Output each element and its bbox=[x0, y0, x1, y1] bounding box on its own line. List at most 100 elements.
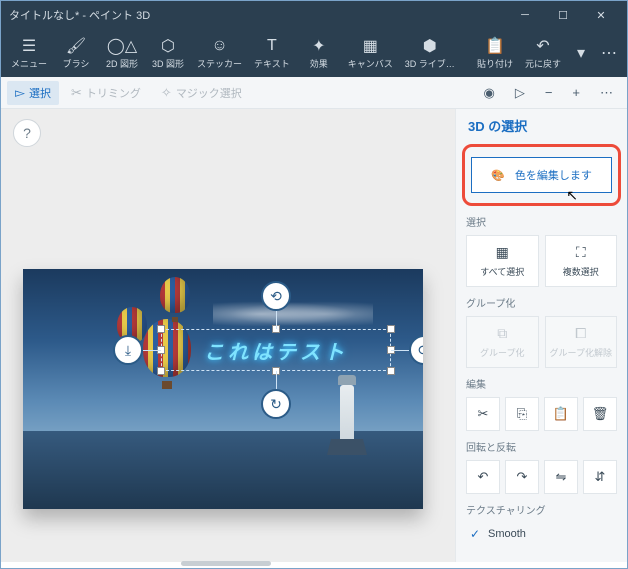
ribbon-text[interactable]: Tテキスト bbox=[248, 31, 296, 75]
shapes-3d-icon: ⬡ bbox=[161, 37, 175, 55]
ungroup-icon: ⧠ bbox=[575, 325, 586, 342]
tool-view-3d[interactable]: ◉ bbox=[475, 81, 502, 105]
plus-icon: + bbox=[572, 85, 580, 100]
lighthouse bbox=[327, 375, 367, 455]
ungroup-button: ⧠グループ化解除 bbox=[545, 316, 618, 368]
resize-handle[interactable] bbox=[387, 367, 395, 375]
rotate-cw-icon: ↷ bbox=[517, 469, 528, 485]
edit-color-highlight: 🎨 色を編集します ↖ bbox=[462, 144, 621, 206]
shapes-2d-icon: ◯△ bbox=[107, 37, 137, 55]
ribbon-paste[interactable]: 📋貼り付け bbox=[471, 31, 519, 75]
pointer-icon: ▻ bbox=[15, 85, 25, 101]
cursor-icon: ↖ bbox=[566, 187, 578, 204]
tool-crop[interactable]: ✂トリミング bbox=[63, 81, 149, 105]
minus-icon: − bbox=[545, 85, 553, 100]
horizontal-scrollbar[interactable] bbox=[181, 561, 271, 566]
tool-play[interactable]: ▷ bbox=[507, 81, 533, 105]
depth-handle[interactable]: ⤓ bbox=[113, 335, 143, 365]
maximize-button[interactable]: ☐ bbox=[545, 1, 581, 29]
palette-icon: 🎨 bbox=[491, 169, 505, 182]
flip-horizontal-button[interactable]: ⇋ bbox=[544, 460, 578, 494]
resize-handle[interactable] bbox=[157, 325, 165, 333]
magic-icon: ✧ bbox=[161, 85, 172, 101]
edit-color-button[interactable]: 🎨 色を編集します bbox=[471, 157, 612, 193]
copy-icon: ⎘ bbox=[517, 406, 527, 422]
rotate-ccw-icon: ↶ bbox=[478, 469, 489, 485]
tool-select[interactable]: ▻選択 bbox=[7, 81, 59, 105]
window-title: タイトルなし* - ペイント 3D bbox=[9, 7, 150, 23]
chevron-down-icon: ▾ bbox=[577, 44, 585, 62]
menu-icon: ☰ bbox=[22, 37, 36, 55]
rotate-y-handle[interactable]: ⟳ bbox=[409, 335, 423, 365]
check-icon: ✓ bbox=[468, 527, 482, 541]
section-edit-label: 編集 bbox=[466, 376, 617, 391]
rotate-ccw-button[interactable]: ↶ bbox=[466, 460, 500, 494]
group-icon: ⧉ bbox=[497, 325, 507, 342]
tool-zoom-in[interactable]: + bbox=[564, 81, 588, 104]
library-icon: ⬢ bbox=[423, 37, 437, 55]
cut-button[interactable]: ✂ bbox=[466, 397, 500, 431]
crop-icon: ✂ bbox=[71, 85, 82, 101]
text-icon: T bbox=[267, 37, 277, 55]
rotate-z-handle[interactable]: ↻ bbox=[261, 389, 291, 419]
multi-select-icon: ⛶ bbox=[576, 244, 586, 261]
sticker-icon: ☺ bbox=[211, 37, 227, 55]
ribbon-canvas[interactable]: ▦キャンバス bbox=[342, 31, 399, 75]
selection-box[interactable]: これはテスト ⟲ ↻ ⤓ ⟳ bbox=[161, 329, 391, 371]
view-3d-icon: ◉ bbox=[483, 85, 494, 101]
more-icon: ⋯ bbox=[601, 44, 617, 62]
trash-icon: 🗑 bbox=[592, 406, 609, 422]
flip-v-icon: ⇵ bbox=[595, 469, 606, 485]
ribbon-menu[interactable]: ☰メニュー bbox=[5, 31, 53, 75]
section-texture-label: テクスチャリング bbox=[466, 502, 617, 517]
canvas-image[interactable]: これはテスト ⟲ ↻ ⤓ ⟳ bbox=[23, 269, 423, 509]
side-panel-title: 3D の選択 bbox=[456, 109, 627, 142]
flip-vertical-button[interactable]: ⇵ bbox=[583, 460, 617, 494]
delete-button[interactable]: 🗑 bbox=[583, 397, 617, 431]
ribbon-3d-shapes[interactable]: ⬡3D 図形 bbox=[145, 31, 191, 75]
balloon bbox=[160, 277, 190, 322]
resize-handle[interactable] bbox=[157, 367, 165, 375]
tool-magic-select[interactable]: ✧マジック選択 bbox=[153, 81, 250, 105]
ribbon-3d-library[interactable]: ⬢3D ライブ… bbox=[399, 31, 461, 75]
ribbon-overflow[interactable]: ⋯ bbox=[595, 31, 623, 75]
canvas-icon: ▦ bbox=[363, 37, 378, 55]
ribbon-undo[interactable]: ↶元に戻す bbox=[519, 31, 567, 75]
paste-icon: 📋 bbox=[485, 37, 505, 55]
ribbon-effects[interactable]: ✦効果 bbox=[296, 31, 342, 75]
select-all-button[interactable]: ▦すべて選択 bbox=[466, 235, 539, 287]
tool-more[interactable]: ⋯ bbox=[592, 81, 621, 105]
multi-select-button[interactable]: ⛶複数選択 bbox=[545, 235, 618, 287]
group-button: ⧉グループ化 bbox=[466, 316, 539, 368]
play-icon: ▷ bbox=[515, 85, 525, 101]
ribbon-2d-shapes[interactable]: ◯△2D 図形 bbox=[99, 31, 145, 75]
copy-button[interactable]: ⎘ bbox=[505, 397, 539, 431]
ellipsis-icon: ⋯ bbox=[600, 85, 613, 101]
ribbon-sticker[interactable]: ☺ステッカー bbox=[191, 31, 248, 75]
secondary-toolbar: ▻選択 ✂トリミング ✧マジック選択 ◉ ▷ − + ⋯ bbox=[1, 77, 627, 109]
titlebar: タイトルなし* - ペイント 3D ─ ☐ ✕ bbox=[1, 1, 627, 29]
tool-zoom-out[interactable]: − bbox=[537, 81, 561, 104]
effects-icon: ✦ bbox=[312, 37, 325, 55]
ribbon-brush[interactable]: 🖌ブラシ bbox=[53, 31, 99, 75]
select-all-icon: ▦ bbox=[496, 244, 509, 261]
section-select-label: 選択 bbox=[466, 214, 617, 229]
brush-icon: 🖌 bbox=[66, 37, 86, 55]
minimize-button[interactable]: ─ bbox=[507, 1, 543, 29]
side-panel: 3D の選択 🎨 色を編集します ↖ 選択 ▦すべて選択 ⛶複数選択 グループ化… bbox=[455, 109, 627, 562]
smooth-checkbox[interactable]: ✓ Smooth bbox=[466, 523, 617, 545]
selection-text[interactable]: これはテスト bbox=[161, 329, 391, 371]
close-button[interactable]: ✕ bbox=[583, 1, 619, 29]
section-rotate-label: 回転と反転 bbox=[466, 439, 617, 454]
canvas-area[interactable]: ? これはテスト ⟲ ↻ ⤓ bbox=[1, 109, 455, 562]
ribbon-more[interactable]: ▾ bbox=[567, 31, 595, 75]
section-group-label: グループ化 bbox=[466, 295, 617, 310]
rotate-cw-button[interactable]: ↷ bbox=[505, 460, 539, 494]
help-button[interactable]: ? bbox=[13, 119, 41, 147]
resize-handle[interactable] bbox=[387, 325, 395, 333]
ribbon: ☰メニュー 🖌ブラシ ◯△2D 図形 ⬡3D 図形 ☺ステッカー Tテキスト ✦… bbox=[1, 29, 627, 77]
cut-icon: ✂ bbox=[478, 406, 489, 422]
paste-icon: 📋 bbox=[553, 406, 569, 422]
paste-button[interactable]: 📋 bbox=[544, 397, 578, 431]
rotate-x-handle[interactable]: ⟲ bbox=[261, 281, 291, 311]
